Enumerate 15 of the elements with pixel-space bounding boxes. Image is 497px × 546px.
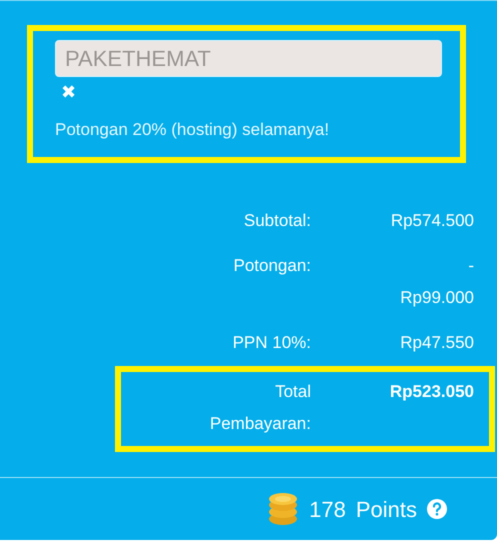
summary-label: Total Pembayaran: [208, 381, 311, 435]
coupon-field[interactable]: PAKETHEMAT [55, 40, 442, 77]
promo-message: Potongan 20% (hosting) selamanya! [55, 119, 330, 141]
help-icon[interactable] [427, 499, 447, 519]
summary-value: Rp523.050 [388, 381, 474, 403]
summary-label: Subtotal: [244, 210, 311, 232]
remove-button[interactable]: ✖ [61, 83, 76, 101]
summary-value: Rp47.550 [399, 332, 474, 354]
summary-label: PPN 10%: [232, 332, 311, 354]
summary-value: Rp574.500 [390, 210, 474, 232]
summary-value: - Rp99.000 [399, 255, 474, 309]
summary-label: Potongan: [233, 255, 311, 277]
coins-icon [267, 492, 300, 526]
points-label: Points [356, 496, 417, 524]
points-count: 178 [309, 496, 346, 524]
